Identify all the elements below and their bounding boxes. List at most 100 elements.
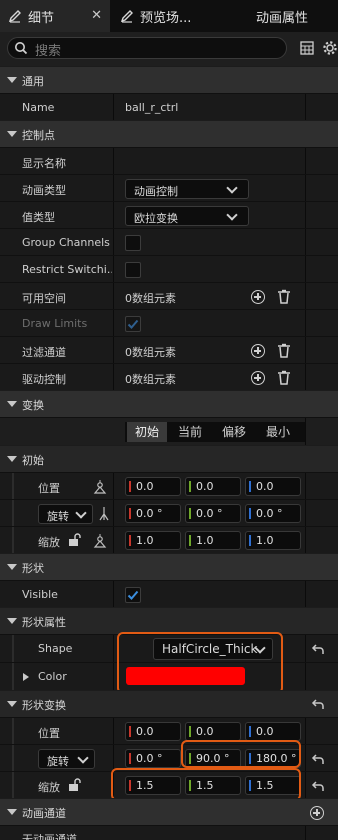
column-splitter[interactable] — [113, 581, 114, 607]
column-splitter[interactable] — [113, 175, 114, 201]
reset-icon[interactable] — [311, 754, 325, 769]
initial-scale-z[interactable]: 1.0 — [245, 531, 301, 550]
x-axis-marker — [129, 753, 131, 764]
initial-rotation-y[interactable]: 0.0 ° — [185, 504, 241, 523]
category-control[interactable]: 控制点 — [0, 120, 338, 147]
expand-caret-icon[interactable] — [7, 131, 17, 137]
column-divider — [305, 337, 306, 363]
initial-rotation-z[interactable]: 0.0 ° — [245, 504, 301, 523]
tab-current[interactable]: 当前 — [169, 422, 211, 442]
group-channels-label: Group Channels — [22, 236, 110, 249]
tab-details[interactable]: 细节 ✕ — [0, 0, 110, 32]
expand-caret-icon[interactable] — [7, 564, 17, 570]
column-splitter[interactable] — [113, 337, 114, 363]
category-shape-transform[interactable]: 形状变换 — [0, 690, 338, 717]
column-splitter[interactable] — [113, 229, 114, 255]
shape-rotation-dropdown[interactable]: 旋转 — [38, 749, 95, 769]
tab-initial[interactable]: 初始 — [127, 422, 167, 442]
expand-arrow-icon[interactable] — [23, 673, 29, 681]
category-shape[interactable]: 形状 — [0, 553, 338, 580]
add-element-icon[interactable] — [251, 371, 265, 385]
filter-channels-value: 0数组元素 — [125, 346, 176, 359]
trash-icon[interactable] — [277, 343, 291, 361]
group-channels-checkbox[interactable] — [125, 235, 141, 251]
column-splitter[interactable] — [113, 364, 114, 390]
column-splitter[interactable] — [113, 202, 114, 228]
initial-location-x[interactable]: 0.0 — [125, 477, 181, 496]
local-space-icon[interactable] — [93, 479, 107, 497]
draw-limits-checkbox[interactable] — [125, 316, 141, 332]
column-splitter[interactable] — [113, 527, 114, 553]
initial-scale-x[interactable]: 1.0 — [125, 531, 181, 550]
x-axis-marker — [129, 726, 131, 737]
column-divider — [305, 500, 306, 526]
reset-icon[interactable] — [311, 781, 325, 796]
restrict-switching-checkbox[interactable] — [125, 262, 141, 278]
add-element-icon[interactable] — [251, 344, 265, 358]
shape-rotation-x[interactable]: 0.0 ° — [125, 749, 181, 768]
add-element-icon[interactable] — [251, 290, 265, 304]
category-anim-channels[interactable]: 动画通道 — [0, 798, 338, 825]
column-divider — [305, 148, 306, 174]
search-input[interactable]: 搜索 — [7, 37, 287, 59]
initial-rotation-x[interactable]: 0.0 ° — [125, 504, 181, 523]
category-control-label: 控制点 — [22, 129, 55, 142]
property-row-restrict-switching: Restrict Switchi... — [0, 255, 338, 282]
initial-rotation-dropdown[interactable]: 旋转 — [38, 504, 93, 524]
tab-minimum[interactable]: 最小 — [257, 422, 299, 442]
column-divider — [305, 663, 306, 690]
close-icon[interactable]: ✕ — [91, 8, 102, 23]
no-channels-label: 无动画通道 — [22, 833, 77, 840]
category-transform[interactable]: 变换 — [0, 390, 338, 417]
trash-icon[interactable] — [277, 289, 291, 307]
tab-anim-properties[interactable]: 动画属性 — [226, 0, 338, 32]
column-splitter[interactable] — [113, 473, 114, 499]
table-view-icon[interactable] — [300, 41, 314, 58]
indent-guide — [12, 635, 14, 662]
column-splitter[interactable] — [113, 148, 114, 174]
gear-icon[interactable] — [322, 40, 338, 59]
expand-caret-icon[interactable] — [7, 809, 17, 815]
shape-location-x[interactable]: 0.0 — [125, 722, 181, 741]
column-splitter[interactable] — [113, 256, 114, 282]
expand-caret-icon[interactable] — [7, 456, 17, 462]
column-divider — [305, 94, 306, 120]
column-divider — [305, 175, 306, 201]
local-space-icon[interactable] — [93, 533, 107, 551]
transform-tabs: 初始 当前 偏移 最小 — [125, 422, 305, 442]
category-initial[interactable]: 初始 — [0, 445, 338, 472]
column-splitter[interactable] — [113, 718, 114, 744]
anim-type-dropdown[interactable]: 动画控制 — [125, 179, 249, 199]
reset-icon[interactable] — [311, 644, 325, 659]
column-splitter[interactable] — [113, 94, 114, 120]
initial-location-y[interactable]: 0.0 — [185, 477, 241, 496]
tab-preview-scene[interactable]: 预览场... — [112, 0, 224, 32]
local-space-icon[interactable] — [99, 506, 109, 524]
initial-scale-y[interactable]: 1.0 — [185, 531, 241, 550]
expand-caret-icon[interactable] — [7, 77, 17, 83]
add-channel-icon[interactable] — [310, 806, 324, 820]
shape-location-z[interactable]: 0.0 — [245, 722, 301, 741]
expand-caret-icon[interactable] — [7, 701, 17, 707]
expand-caret-icon[interactable] — [7, 401, 17, 407]
column-splitter[interactable] — [113, 745, 114, 771]
column-splitter[interactable] — [113, 283, 114, 309]
visible-checkbox[interactable] — [125, 587, 141, 603]
unlock-icon[interactable] — [68, 533, 81, 550]
column-splitter[interactable] — [113, 310, 114, 336]
category-general[interactable]: 通用 — [0, 66, 338, 93]
value-type-dropdown[interactable]: 欧拉变换 — [125, 206, 249, 226]
trash-icon[interactable] — [277, 370, 291, 388]
shape-location-y[interactable]: 0.0 — [185, 722, 241, 741]
indent-guide — [12, 663, 14, 690]
column-splitter[interactable] — [113, 635, 114, 662]
expand-caret-icon[interactable] — [7, 618, 17, 624]
unlock-icon[interactable] — [68, 778, 81, 795]
tab-offset[interactable]: 偏移 — [213, 422, 255, 442]
reset-icon[interactable] — [311, 699, 325, 714]
initial-location-z[interactable]: 0.0 — [245, 477, 301, 496]
x-axis-marker — [129, 481, 131, 492]
category-shape-properties[interactable]: 形状属性 — [0, 607, 338, 634]
column-splitter[interactable] — [113, 500, 114, 526]
column-splitter[interactable] — [113, 663, 114, 690]
